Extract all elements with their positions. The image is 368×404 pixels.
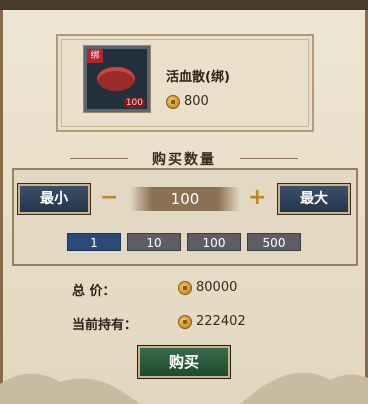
bound-tag: 绑 [87,49,103,63]
item-name: 活血散(绑) [166,70,230,85]
decrease-button[interactable]: − [100,184,118,212]
current-holding-label: 当前持有： [72,318,138,333]
coin-icon [178,314,192,329]
quantity-panel [12,168,358,266]
coin-icon [166,94,180,109]
quantity-input[interactable]: 100 [130,187,240,211]
total-price-label: 总 价： [72,284,116,299]
max-quantity-button[interactable]: 最大 [278,184,350,214]
min-quantity-button[interactable]: 最小 [18,184,90,214]
preset-500-button[interactable]: 500 [247,233,301,251]
preset-1-button[interactable]: 1 [67,233,121,251]
buy-button[interactable]: 购买 [138,346,230,378]
item-stack-count: 100 [123,98,145,108]
item-price: 800 [166,94,209,109]
quantity-title: 购买数量 [152,152,216,168]
coin-icon [178,280,192,295]
cloth-shape [97,67,135,91]
current-holding-value: 222402 [196,314,246,329]
dialog-top-border [0,0,368,10]
item-info-card: 绑 100 活血散(绑) 800 [56,34,314,132]
total-price-value: 80000 [196,280,238,295]
increase-button[interactable]: + [248,184,266,212]
red-cloth-icon: 绑 100 [84,46,150,112]
item-price-value: 800 [184,94,209,109]
preset-10-button[interactable]: 10 [127,233,181,251]
current-holding: 222402 [178,314,246,329]
preset-100-button[interactable]: 100 [187,233,241,251]
total-price: 80000 [178,280,237,295]
title-deco-right [240,158,298,159]
